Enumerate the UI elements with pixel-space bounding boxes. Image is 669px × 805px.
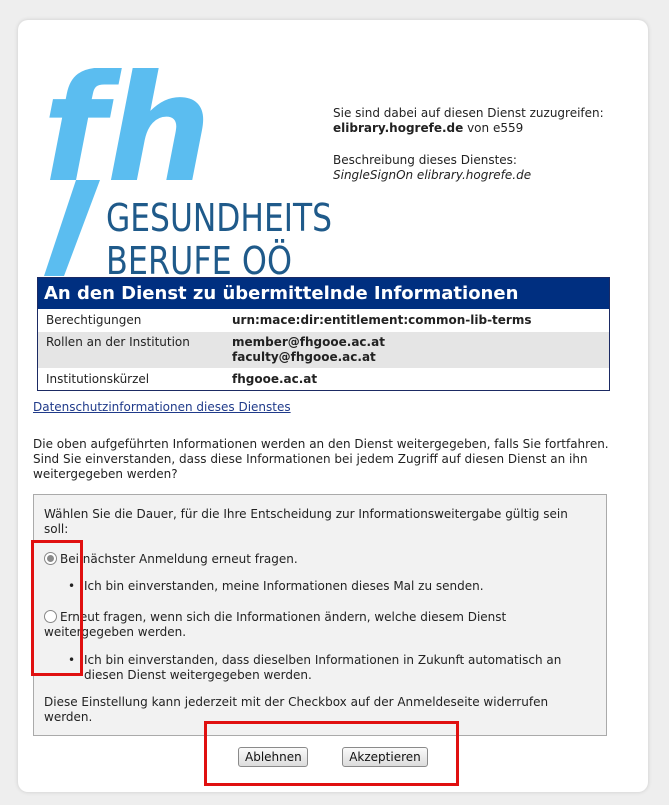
decline-button[interactable]: Ablehnen	[238, 747, 308, 767]
logo-line1: GESUNDHEITS	[106, 196, 332, 240]
consent-prompt: Wählen Sie die Dauer, für die Ihre Entsc…	[44, 507, 568, 536]
privacy-link[interactable]: Datenschutzinformationen dieses Dienstes	[33, 400, 291, 414]
consent-options-box: Wählen Sie die Dauer, für die Ihre Entsc…	[33, 494, 607, 736]
option-1-detail-text: Ich bin einverstanden, meine Information…	[84, 579, 484, 593]
service-from: von e559	[467, 121, 524, 135]
service-info: Sie sind dabei auf diesen Dienst zuzugre…	[333, 106, 633, 183]
service-desc: SingleSignOn elibrary.hogrefe.de	[333, 168, 532, 182]
attribute-table: An den Dienst zu übermittelnde Informati…	[37, 277, 610, 391]
service-desc-label: Beschreibung dieses Dienstes:	[333, 153, 517, 167]
option-1-label: Bei nächster Anmeldung erneut fragen.	[60, 552, 298, 566]
attr-name: Berechtigungen	[46, 313, 142, 327]
option-1-detail: • Ich bin einverstanden, meine Informatio…	[68, 579, 590, 594]
service-intro: Sie sind dabei auf diesen Dienst zuzugre…	[333, 106, 604, 120]
attr-value: urn:mace:dir:entitlement:common-lib-term…	[232, 310, 531, 331]
attr-value-line: urn:mace:dir:entitlement:common-lib-term…	[232, 313, 532, 327]
attr-value: fhgooe.ac.at	[232, 369, 317, 390]
option-ask-on-change[interactable]: Erneut fragen, wenn sich die Information…	[44, 610, 594, 640]
attr-value-line: member@fhgooe.ac.at	[232, 335, 385, 349]
option-ask-next-login[interactable]: Bei nächster Anmeldung erneut fragen.	[44, 552, 594, 567]
attr-name: Rollen an der Institution	[46, 335, 190, 349]
attr-value: member@fhgooe.ac.at faculty@fhgooe.ac.at	[232, 332, 385, 368]
radio-option-1[interactable]	[44, 552, 57, 565]
table-row: Rollen an der Institution member@fhgooe.…	[38, 331, 609, 368]
attribute-table-title: An den Dienst zu übermittelnde Informati…	[38, 278, 609, 309]
table-row: Institutionskürzel fhgooe.ac.at	[38, 368, 609, 390]
consent-footer-note: Diese Einstellung kann jederzeit mit der…	[44, 695, 549, 724]
attr-value-line: fhgooe.ac.at	[232, 372, 318, 386]
attr-name: Institutionskürzel	[46, 372, 150, 386]
service-host: elibrary.hogrefe.de	[333, 121, 464, 135]
radio-option-2[interactable]	[44, 610, 57, 623]
table-row: Berechtigungen urn:mace:dir:entitlement:…	[38, 309, 609, 331]
option-2-detail: • Ich bin einverstanden, dass dieselben I…	[68, 653, 590, 683]
option-2-label: Erneut fragen, wenn sich die Information…	[44, 610, 507, 639]
attr-value-line: faculty@fhgooe.ac.at	[232, 350, 376, 364]
fh-logo: fh GESUNDHEITS BERUFE OÖ	[34, 68, 332, 280]
logo-line2: BERUFE OÖ	[106, 239, 292, 280]
notice-text: Die oben aufgeführten Informationen werd…	[33, 437, 609, 481]
option-2-detail-text: Ich bin einverstanden, dass dieselben In…	[84, 653, 562, 682]
accept-button[interactable]: Akzeptieren	[342, 747, 428, 767]
